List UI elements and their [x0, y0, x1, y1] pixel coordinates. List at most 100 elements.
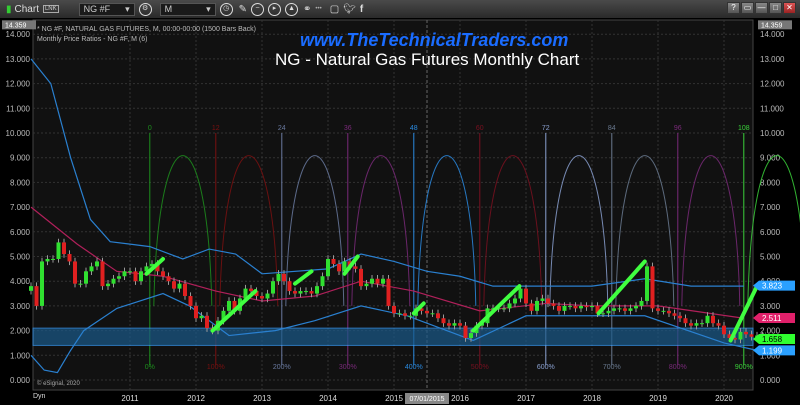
- minimize-button[interactable]: —: [755, 2, 768, 14]
- y-tick-left: 11.000: [6, 104, 30, 113]
- y-tick-left: 6.000: [10, 228, 31, 237]
- chat-icon[interactable]: ▢: [330, 2, 339, 16]
- facebook-icon[interactable]: f: [360, 2, 363, 16]
- x-tick: 2018: [583, 394, 601, 403]
- candle-body: [568, 305, 572, 307]
- candle-body: [128, 271, 132, 273]
- candle-body: [584, 305, 589, 308]
- x-tick: 2016: [451, 394, 469, 403]
- cycle-label: 60: [476, 125, 484, 132]
- more-icon[interactable]: •••: [315, 2, 321, 16]
- cycle-percent-label: 400%: [405, 364, 423, 371]
- candle-body: [436, 313, 440, 319]
- play-icon[interactable]: ▸: [268, 2, 282, 16]
- candle-body: [161, 271, 165, 277]
- y-tick-left: 2.000: [10, 327, 31, 336]
- help-button[interactable]: ?: [727, 2, 740, 14]
- candle-body: [689, 323, 693, 326]
- study-icon[interactable]: ~: [251, 2, 265, 16]
- cycle-label: 72: [542, 125, 550, 132]
- chevron-down-icon: ▾: [206, 3, 211, 14]
- candle-body: [337, 263, 341, 272]
- alert-icon[interactable]: ▲: [285, 2, 299, 16]
- cycle-percent-label: 100%: [207, 364, 225, 371]
- candle-body: [293, 291, 297, 294]
- candle-body: [359, 268, 363, 287]
- y-tick-right: 3.000: [760, 302, 781, 311]
- y-tick-left: 8.000: [10, 178, 31, 187]
- y-tick-left: 4.000: [10, 277, 31, 286]
- candle-body: [309, 291, 314, 294]
- candle-body: [672, 313, 677, 316]
- link-badge[interactable]: LNK: [42, 5, 59, 13]
- candle-body: [711, 315, 715, 324]
- candle-body: [100, 261, 105, 287]
- candle-body: [705, 315, 710, 324]
- y-tick-right: 6.000: [760, 228, 781, 237]
- candle-body: [656, 308, 660, 311]
- candle-body: [430, 313, 435, 315]
- y-tick-right: 11.000: [760, 104, 784, 113]
- price-marker-label: 3.823: [762, 282, 783, 291]
- restore-button[interactable]: ▭: [741, 2, 754, 14]
- x-tick: 2011: [121, 394, 139, 403]
- y-tick-left: 0.000: [10, 376, 31, 385]
- dyn-label[interactable]: Dyn: [33, 393, 45, 400]
- price-marker-label: 1.658: [762, 335, 783, 344]
- maximize-button[interactable]: □: [769, 2, 782, 14]
- candle-body: [331, 258, 336, 264]
- candle-body: [606, 310, 611, 314]
- y-tick-left: 3.000: [10, 302, 31, 311]
- cycle-percent-label: 500%: [471, 364, 489, 371]
- candle-body: [78, 283, 83, 285]
- candle-body: [29, 286, 33, 291]
- close-button[interactable]: ✕: [783, 2, 796, 14]
- y-tick-left: 5.000: [10, 253, 31, 262]
- candle-body: [172, 281, 176, 289]
- price-chart[interactable]: 0.000 0.0001.000 1.0002.000 2.0003.000 3.000…: [0, 18, 800, 405]
- candle-body: [397, 313, 402, 315]
- candle-body: [623, 308, 627, 311]
- candle-body: [540, 298, 545, 301]
- clock-icon[interactable]: ◷: [219, 2, 233, 16]
- interval-select[interactable]: M ▾: [159, 2, 216, 16]
- candle-body: [408, 315, 413, 317]
- candle-body: [441, 318, 446, 324]
- cycle-label: 48: [410, 125, 418, 132]
- cycle-label: 84: [608, 125, 616, 132]
- candle-body: [67, 254, 72, 262]
- candle-body: [403, 313, 407, 316]
- candle-body: [111, 278, 116, 284]
- y-tick-left: 12.000: [6, 80, 31, 89]
- candle-body: [562, 305, 567, 311]
- candle-body: [265, 293, 270, 299]
- twitter-icon[interactable]: 🐦︎: [343, 2, 356, 16]
- symbol-select[interactable]: NG #F ▾: [78, 2, 135, 16]
- candle-body: [513, 298, 517, 304]
- link-icon[interactable]: ⚭: [303, 2, 311, 16]
- candle-body: [353, 266, 358, 269]
- symbol-info: * NG #F, NATURAL GAS FUTURES, M, 00:00-0…: [37, 26, 257, 33]
- app-label: Chart: [14, 3, 39, 15]
- candle-body: [34, 286, 39, 306]
- price-marker-label: 1.199: [762, 346, 783, 355]
- pencil-icon[interactable]: ✎: [239, 2, 247, 16]
- candle-body: [452, 323, 457, 326]
- candle-body: [227, 300, 231, 311]
- candle-body: [722, 325, 726, 335]
- candle-body: [183, 283, 187, 297]
- y-tick-right: 7.000: [760, 203, 781, 212]
- candle-body: [661, 310, 666, 312]
- candle-body: [463, 325, 468, 339]
- candle-body: [89, 266, 94, 272]
- symbol-settings-icon[interactable]: ⚙: [138, 2, 152, 16]
- candle-body: [392, 305, 396, 314]
- price-marker-label: 2.511: [762, 314, 782, 323]
- candle-body: [122, 271, 127, 277]
- support-zone: [32, 327, 754, 346]
- y-tick-right: 10.000: [760, 129, 785, 138]
- y-tick-right: 0.000: [760, 376, 781, 385]
- candle-body: [529, 303, 534, 311]
- cycle-label: 24: [278, 125, 286, 132]
- y-tick-left: 13.000: [6, 55, 31, 64]
